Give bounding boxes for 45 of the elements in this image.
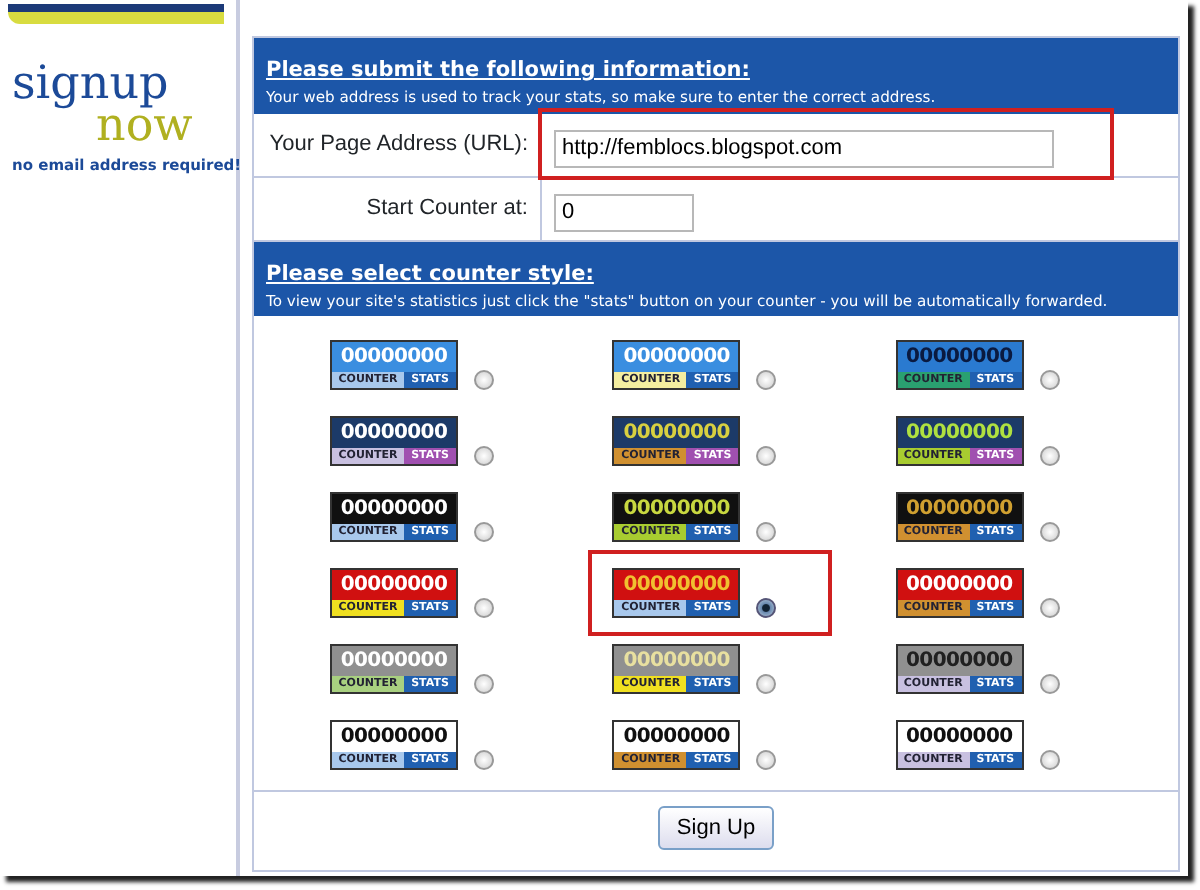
input-field[interactable]: 0	[554, 193, 694, 232]
counter-digits: 00000000	[340, 728, 448, 747]
counter-digits: 00000000	[340, 424, 448, 443]
radio-button[interactable]	[756, 522, 777, 543]
counter-digits: 00000000	[906, 652, 1013, 671]
section-title: Please submit the following information:	[266, 56, 750, 86]
radio-button[interactable]	[756, 674, 777, 695]
counter-digits: 00000000	[623, 500, 730, 519]
sign-up-button[interactable]: Sign Up	[658, 805, 774, 850]
counter-digits: 00000000	[623, 348, 730, 367]
radio-button[interactable]	[1039, 598, 1060, 619]
input-field[interactable]: http://femblocs.blogspot.com	[554, 129, 1054, 168]
radio-button[interactable]	[474, 598, 494, 619]
logo-text: signup	[12, 64, 169, 106]
radio-button[interactable]	[1039, 446, 1060, 467]
logo-text: now	[96, 105, 193, 147]
field-label: Your Page Address (URL):	[254, 113, 542, 176]
radio-button[interactable]	[1039, 674, 1060, 695]
radio-button[interactable]	[474, 750, 494, 771]
counter-digits: 00000000	[906, 500, 1013, 519]
radio-button[interactable]	[1039, 522, 1060, 543]
radio-button[interactable]	[1039, 750, 1060, 771]
counter-digits: 00000000	[623, 652, 730, 671]
counter-digits: 00000000	[623, 424, 730, 443]
counter-digits: 00000000	[340, 652, 448, 671]
counter-digits: 00000000	[906, 424, 1013, 443]
radio-button[interactable]	[474, 674, 494, 695]
radio-button[interactable]	[474, 370, 494, 391]
radio-button[interactable]	[756, 446, 777, 467]
radio-button[interactable]	[474, 522, 494, 543]
counter-digits: 00000000	[340, 576, 448, 595]
counter-digits: 00000000	[340, 500, 448, 519]
field-label: Start Counter at:	[254, 177, 542, 240]
radio-button[interactable]	[756, 598, 777, 619]
section-title: Please select counter style:	[266, 259, 594, 290]
counter-digits: 00000000	[906, 728, 1013, 747]
counter-digits: 00000000	[906, 576, 1013, 595]
counter-digits: 00000000	[906, 348, 1013, 367]
counter-digits: 00000000	[623, 728, 730, 747]
counter-digits: 00000000	[340, 348, 448, 367]
counter-digits: 00000000	[623, 576, 730, 595]
radio-button[interactable]	[756, 750, 777, 771]
radio-button[interactable]	[756, 370, 777, 391]
radio-button[interactable]	[474, 446, 494, 467]
radio-button[interactable]	[1039, 370, 1060, 391]
